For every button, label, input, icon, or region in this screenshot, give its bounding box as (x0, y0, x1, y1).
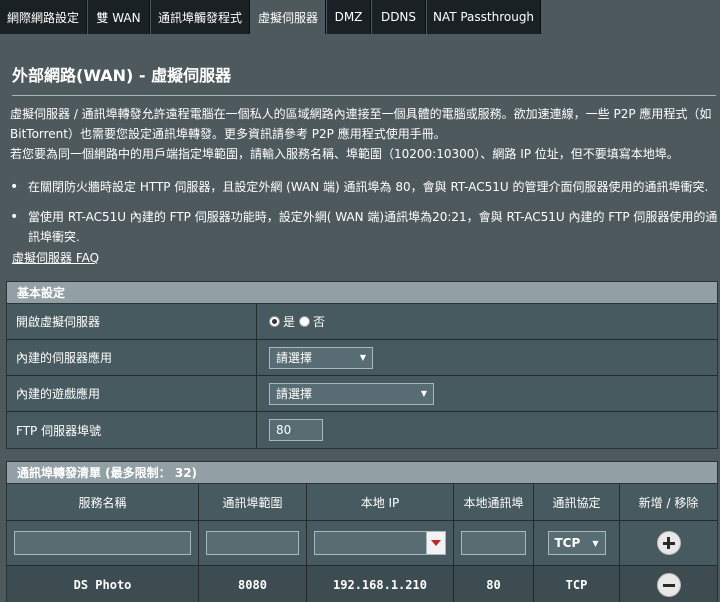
server-app-value: 請選擇 ▼ (257, 340, 717, 375)
cell (307, 521, 454, 565)
range-note-text: 若您要為同一個網路中的用戶端指定埠範圍，請輸入服務名稱、埠範圍（10200:10… (10, 147, 679, 161)
col-protocol: 通訊協定 (534, 484, 620, 520)
yes-label: 是 (283, 315, 296, 329)
col-add-remove: 新增 / 移除 (620, 484, 717, 520)
ftp-port-label: FTP 伺服器埠號 (7, 412, 257, 448)
row-protocol: TCP (534, 566, 620, 602)
cell (620, 521, 717, 565)
col-port-range: 通訊埠範圍 (199, 484, 307, 520)
warning-ftp-text: 當使用 RT-AC51U 內建的 FTP 伺服器功能時，設定外網( WAN 端)… (28, 210, 718, 244)
tab-label: 網際網路設定 (6, 10, 79, 25)
tab-label: 通訊埠觸發程式 (157, 10, 242, 25)
radio-unchecked-icon (299, 316, 311, 327)
minus-icon (662, 583, 675, 587)
protocol-selected: TCP (554, 536, 581, 550)
remove-entry-button[interactable] (656, 573, 681, 597)
plus-icon-vertical (667, 537, 670, 549)
row-port-range: 8080 (199, 566, 307, 602)
enable-label: 開啟虛擬伺服器 (7, 304, 257, 339)
row-service: DS Photo (7, 566, 199, 602)
tab-internet-settings[interactable]: 網際網路設定 (0, 0, 87, 34)
game-app-value: 請選擇 ▼ (257, 376, 717, 411)
ftp-port-value: 80 (257, 412, 717, 448)
local-ip-input[interactable] (314, 531, 446, 555)
enable-no-radio[interactable]: 否 (299, 313, 325, 330)
basic-settings-header: 基本設定 (7, 282, 717, 304)
faq-link[interactable]: 虛擬伺服器 FAQ (12, 249, 99, 266)
bullet-icon: • (10, 179, 19, 195)
warning-http-text: 在關閉防火牆時設定 HTTP 伺服器，且設定外網 (WAN 端) 通訊埠為 80… (28, 180, 709, 194)
warning-ftp-item: • 當使用 RT-AC51U 內建的 FTP 伺服器功能時，設定外網( WAN … (10, 207, 720, 247)
tab-ddns[interactable]: DDNS (372, 0, 426, 34)
title-divider (12, 95, 716, 96)
tab-label: DDNS (380, 10, 417, 24)
enable-yes-radio[interactable]: 是 (269, 313, 295, 330)
caret-down-icon (431, 540, 441, 546)
ip-dropdown-button[interactable] (426, 531, 446, 555)
radio-checked-icon (269, 316, 280, 327)
tab-bar: 網際網路設定 雙 WAN 通訊埠觸發程式 虛擬伺服器 DMZ DDNS NAT … (0, 0, 720, 34)
description-text: 虛擬伺服器 / 通訊埠轉發允許遠程電腦在一個私人的區域網路內連接至一個具體的電腦… (10, 107, 712, 141)
caret-down-icon: ▼ (359, 353, 366, 362)
caret-down-icon: ▼ (592, 538, 599, 548)
game-app-selected: 請選擇 (276, 387, 313, 401)
cell (454, 521, 534, 565)
game-app-row: 內建的遊戲應用 請選擇 ▼ (7, 376, 717, 412)
ftp-port-input[interactable]: 80 (269, 419, 323, 441)
column-header-row: 服務名稱 通訊埠範圍 本地 IP 本地通訊埠 通訊協定 新增 / 移除 (7, 484, 717, 521)
game-app-label: 內建的遊戲應用 (7, 376, 257, 411)
cell: TCP ▼ (534, 521, 620, 565)
col-local-ip: 本地 IP (307, 484, 454, 520)
server-app-row: 內建的伺服器應用 請選擇 ▼ (7, 340, 717, 376)
no-label: 否 (313, 315, 326, 329)
tab-label: DMZ (334, 10, 363, 24)
ftp-port-row: FTP 伺服器埠號 80 (7, 412, 717, 448)
port-range-input[interactable] (206, 531, 299, 555)
tab-port-trigger[interactable]: 通訊埠觸發程式 (151, 0, 250, 34)
page-title: 外部網路(WAN) - 虛擬伺服器 (12, 66, 232, 85)
protocol-select[interactable]: TCP ▼ (547, 531, 606, 555)
port-forward-table: 通訊埠轉發清單 (最多限制： 32) 服務名稱 通訊埠範圍 本地 IP 本地通訊… (6, 461, 718, 602)
enable-row: 開啟虛擬伺服器 是 否 (7, 304, 717, 340)
caret-down-icon: ▼ (420, 389, 427, 398)
basic-settings-table: 基本設定 開啟虛擬伺服器 是 否 內建的伺服器應用 請選擇 ▼ 內建的遊戲應用 … (6, 281, 718, 449)
tab-dual-wan[interactable]: 雙 WAN (88, 0, 150, 34)
service-name-input[interactable] (14, 531, 191, 555)
row-local-port: 80 (454, 566, 534, 602)
add-entry-button[interactable] (656, 531, 681, 555)
cell (7, 521, 199, 565)
tab-nat-passthrough[interactable]: NAT Passthrough (427, 0, 541, 34)
server-app-select[interactable]: 請選擇 ▼ (269, 346, 373, 369)
warning-http-item: • 在關閉防火牆時設定 HTTP 伺服器，且設定外網 (WAN 端) 通訊埠為 … (10, 177, 720, 197)
table-row: DS Photo 8080 192.168.1.210 80 TCP (7, 566, 717, 602)
row-local-ip: 192.168.1.210 (307, 566, 454, 602)
game-app-select[interactable]: 請選擇 ▼ (269, 382, 434, 405)
enable-value: 是 否 (257, 304, 717, 339)
tab-label: 雙 WAN (96, 10, 141, 25)
tab-dmz[interactable]: DMZ (327, 0, 371, 34)
new-entry-row: TCP ▼ (7, 521, 717, 566)
tab-label: NAT Passthrough (432, 10, 535, 24)
server-app-label: 內建的伺服器應用 (7, 340, 257, 375)
local-port-input[interactable] (461, 531, 526, 555)
col-service-name: 服務名稱 (7, 484, 199, 520)
tab-virtual-server[interactable]: 虛擬伺服器 (251, 0, 326, 34)
port-forward-header: 通訊埠轉發清單 (最多限制： 32) (7, 462, 717, 484)
cell (199, 521, 307, 565)
bullet-icon: • (10, 209, 19, 225)
cell (620, 566, 717, 602)
col-local-port: 本地通訊埠 (454, 484, 534, 520)
tab-label: 虛擬伺服器 (257, 10, 318, 25)
server-app-selected: 請選擇 (276, 351, 313, 365)
